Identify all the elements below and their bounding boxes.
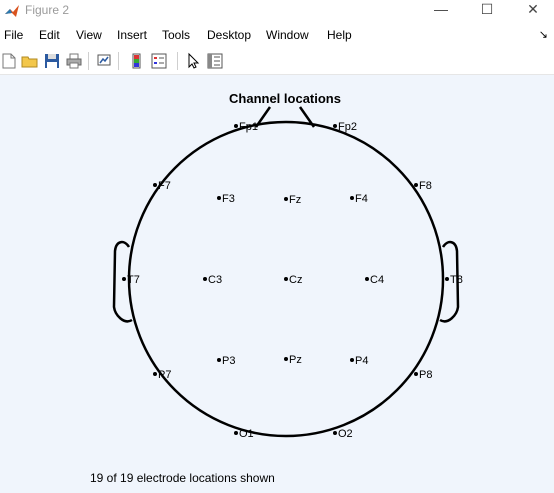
menu-window[interactable]: Window	[266, 28, 309, 42]
electrode-marker-f3	[217, 196, 221, 200]
electrode-marker-p8	[414, 372, 418, 376]
edit-plot-arrow-icon[interactable]	[184, 52, 202, 70]
dock-arrow-icon[interactable]: ↘	[539, 28, 548, 41]
electrode-label-cz: Cz	[289, 274, 302, 286]
insert-colorbar-icon[interactable]	[128, 52, 146, 70]
electrode-label-fp1: Fp1	[239, 121, 258, 133]
menu-tools[interactable]: Tools	[162, 28, 190, 42]
electrode-marker-f7	[153, 183, 157, 187]
plot-title: Channel locations	[229, 91, 341, 106]
toolbar	[0, 48, 554, 75]
electrode-marker-c3	[203, 277, 207, 281]
electrode-label-c4: C4	[370, 274, 384, 286]
electrode-label-c3: C3	[208, 274, 222, 286]
electrode-marker-cz	[284, 277, 288, 281]
open-file-icon[interactable]	[21, 52, 39, 70]
matlab-logo-icon	[5, 5, 19, 17]
electrode-marker-c4	[365, 277, 369, 281]
maximize-icon: ☐	[480, 1, 494, 17]
menu-view[interactable]: View	[76, 28, 102, 42]
close-icon: ✕	[527, 1, 539, 17]
electrode-label-f3: F3	[222, 193, 235, 205]
electrode-marker-o1	[234, 431, 238, 435]
electrode-label-o1: O1	[239, 428, 254, 440]
electrode-label-t7: T7	[127, 274, 140, 286]
menu-bar: File Edit View Insert Tools Desktop Wind…	[0, 24, 554, 46]
electrode-label-p3: P3	[222, 355, 235, 367]
electrode-label-fp2: Fp2	[338, 121, 357, 133]
electrode-label-f7: F7	[158, 180, 171, 192]
menu-help[interactable]: Help	[327, 28, 352, 42]
electrode-label-t8: T8	[450, 274, 463, 286]
electrode-marker-p3	[217, 358, 221, 362]
print-icon[interactable]	[65, 52, 83, 70]
window-title: Figure 2	[25, 3, 70, 17]
save-icon[interactable]	[43, 52, 61, 70]
maximize-button[interactable]: ☐	[470, 0, 504, 22]
electrode-marker-fp2	[333, 124, 337, 128]
title-bar: Figure 2 — ☐ ✕	[0, 0, 554, 22]
electrode-label-o2: O2	[338, 428, 353, 440]
electrode-marker-t8	[445, 277, 449, 281]
electrode-label-p7: P7	[158, 369, 171, 381]
toolbar-separator	[118, 52, 119, 70]
electrode-label-p8: P8	[419, 369, 432, 381]
close-button[interactable]: ✕	[516, 0, 550, 22]
property-inspector-icon[interactable]	[206, 52, 224, 70]
electrode-marker-f4	[350, 196, 354, 200]
electrode-label-p4: P4	[355, 355, 368, 367]
electrode-marker-p4	[350, 358, 354, 362]
electrode-marker-fp1	[234, 124, 238, 128]
insert-legend-icon[interactable]	[150, 52, 168, 70]
electrode-marker-pz	[284, 357, 288, 361]
electrode-marker-f8	[414, 183, 418, 187]
menu-file[interactable]: File	[4, 28, 23, 42]
electrode-marker-o2	[333, 431, 337, 435]
electrode-marker-p7	[153, 372, 157, 376]
toolbar-separator	[177, 52, 178, 70]
electrode-label-fz: Fz	[289, 194, 301, 206]
new-figure-icon[interactable]	[0, 52, 18, 70]
minimize-icon: —	[434, 1, 448, 17]
toolbar-separator	[88, 52, 89, 70]
electrode-marker-t7	[122, 277, 126, 281]
electrode-label-f4: F4	[355, 193, 368, 205]
minimize-button[interactable]: —	[424, 0, 458, 22]
electrode-label-pz: Pz	[289, 354, 302, 366]
menu-insert[interactable]: Insert	[117, 28, 147, 42]
link-plot-icon[interactable]	[95, 52, 113, 70]
electrode-count-text: 19 of 19 electrode locations shown	[90, 471, 275, 485]
menu-desktop[interactable]: Desktop	[207, 28, 251, 42]
electrode-marker-fz	[284, 197, 288, 201]
electrode-label-f8: F8	[419, 180, 432, 192]
menu-edit[interactable]: Edit	[39, 28, 60, 42]
topoplot: Channel locations Fp1 Fp2 F7 F3 Fz F4 F8 T7 C3 Cz…	[112, 91, 463, 440]
figure-canvas: Channel locations Fp1 Fp2 F7 F3 Fz F4 F8 T7 C3 Cz…	[0, 75, 554, 493]
